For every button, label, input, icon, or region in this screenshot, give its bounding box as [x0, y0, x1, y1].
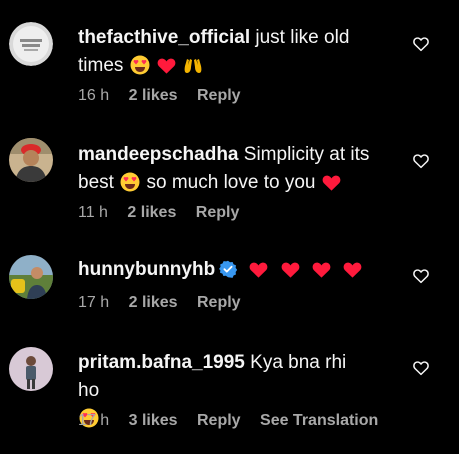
avatar[interactable]	[9, 255, 53, 299]
red-heart-emoji	[322, 175, 341, 191]
username[interactable]: thefacthive_official	[78, 27, 250, 48]
reply-button[interactable]: Reply	[197, 87, 241, 104]
reply-button[interactable]: Reply	[197, 294, 241, 311]
likes-count[interactable]: 2 likes	[129, 294, 178, 311]
likes-count[interactable]: 3 likes	[129, 412, 178, 429]
comment-body: thefacthive_official just like old times	[78, 24, 370, 80]
comment-item: pritam.bafna_1995 Kya bna rhi ho 17 h 3 …	[0, 330, 459, 454]
verified-badge-icon	[219, 260, 238, 278]
comment-item: hunnybunnyhb 17 h 2 likes Reply	[0, 233, 459, 330]
timestamp: 16 h	[78, 87, 110, 104]
comment-meta: 17 h 3 likes Reply See Translation	[78, 412, 393, 430]
red-heart-emoji	[250, 262, 268, 278]
username[interactable]: pritam.bafna_1995	[78, 352, 245, 373]
like-heart-icon[interactable]	[412, 35, 430, 53]
reply-button[interactable]: Reply	[197, 412, 241, 429]
username[interactable]: hunnybunnyhb	[78, 259, 215, 280]
comment-meta: 17 h 2 likes Reply	[78, 294, 256, 312]
comment-item: mandeepschadha Simplicity at its best so…	[0, 115, 459, 233]
comment-body: hunnybunnyhb	[78, 256, 370, 284]
like-heart-icon[interactable]	[412, 267, 430, 285]
timestamp: 17 h	[78, 294, 110, 311]
red-heart-emoji	[281, 262, 300, 278]
likes-count[interactable]: 2 likes	[127, 204, 176, 221]
heart-eyes-emoji	[130, 55, 150, 75]
like-heart-icon[interactable]	[412, 359, 430, 377]
reply-button[interactable]: Reply	[196, 204, 240, 221]
emoji-hearts	[243, 259, 368, 280]
comment-meta: 11 h 2 likes Reply	[78, 204, 254, 222]
comment-meta: 16 h 2 likes Reply	[78, 87, 256, 105]
red-heart-emoji	[343, 262, 362, 278]
red-heart-emoji	[157, 58, 176, 74]
see-translation-button[interactable]: See Translation	[260, 412, 378, 429]
timestamp: 17 h	[78, 412, 110, 429]
comment-body: mandeepschadha Simplicity at its best so…	[78, 141, 370, 197]
likes-count[interactable]: 2 likes	[129, 87, 178, 104]
timestamp: 11 h	[78, 204, 108, 221]
red-heart-emoji	[312, 262, 331, 278]
like-heart-icon[interactable]	[412, 152, 430, 170]
comment-text: so much love to you	[146, 172, 316, 193]
username[interactable]: mandeepschadha	[78, 144, 239, 165]
comment-item: thefacthive_official just like old times…	[0, 0, 459, 115]
avatar[interactable]	[9, 22, 53, 66]
raising-hands-emoji	[184, 59, 202, 73]
heart-eyes-emoji	[120, 172, 140, 192]
avatar[interactable]	[9, 138, 53, 182]
avatar[interactable]	[9, 347, 53, 391]
